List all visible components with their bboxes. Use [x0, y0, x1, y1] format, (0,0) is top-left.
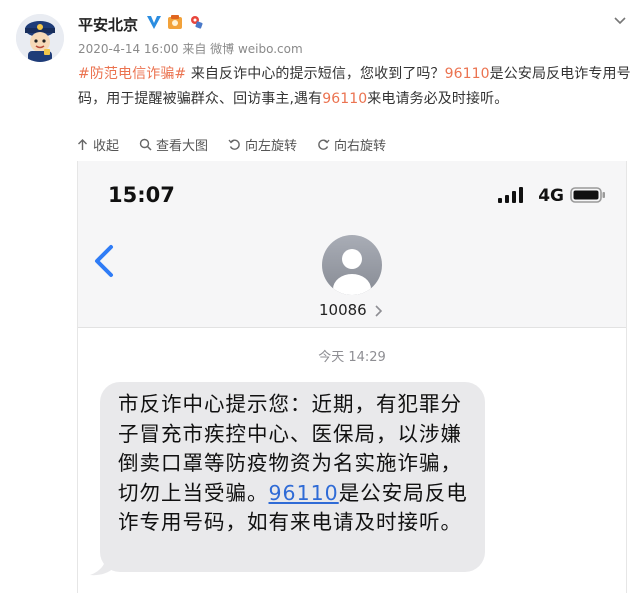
rotate-left-label: 向左旋转 — [245, 139, 298, 154]
phone-number-2: 96110 — [322, 91, 368, 107]
sms-screenshot[interactable]: 15:07 4G 10086 今天 14:29 市反诈中心提示您：近期，有犯罪分… — [77, 161, 627, 593]
collapse-button[interactable]: 收起 — [76, 135, 119, 154]
chevron-right-icon — [375, 305, 383, 317]
status-time: 15:07 — [108, 183, 175, 207]
post-text-3: 来电请务必及时接听。 — [367, 91, 509, 107]
badge-icon — [191, 16, 203, 29]
message-phone-link[interactable]: 96110 — [269, 481, 339, 505]
back-chevron-icon[interactable] — [92, 243, 116, 279]
phone-number-1: 96110 — [444, 66, 490, 82]
rotate-left-icon — [228, 139, 240, 150]
author-badges — [145, 13, 205, 31]
message-thread: 今天 14:29 市反诈中心提示您：近期，有犯罪分子冒充市疾控中心、医保局，以涉… — [78, 328, 626, 593]
rotate-right-icon — [318, 139, 330, 150]
police-mascot-avatar[interactable] — [16, 14, 64, 62]
chat-header: 10086 — [78, 231, 626, 328]
contact-avatar-icon[interactable] — [322, 235, 382, 295]
badge-icon — [168, 15, 182, 29]
hashtag-link[interactable]: #防范电信诈骗# — [78, 66, 186, 82]
search-icon — [139, 138, 152, 151]
network-type: 4G — [538, 186, 564, 206]
rotate-left-button[interactable]: 向左旋转 — [228, 135, 297, 154]
chevron-down-icon[interactable] — [613, 14, 627, 28]
collapse-label: 收起 — [93, 139, 120, 154]
post-meta: 2020-4-14 16:00 来自 微博 weibo.com — [78, 42, 303, 56]
author-name[interactable]: 平安北京 — [78, 14, 138, 35]
message-text: 市反诈中心提示您：近期，有犯罪分子冒充市疾控中心、医保局，以涉嫌倒卖口罩等防疫物… — [118, 390, 478, 538]
image-toolbar: 收起 查看大图 向左旋转 向右旋转 — [76, 135, 386, 154]
status-bar: 15:07 4G — [78, 161, 626, 231]
signal-icon — [498, 187, 523, 203]
verified-v-icon — [147, 16, 161, 29]
contact-name[interactable]: 10086 — [319, 301, 367, 319]
post-text-1: 来自反诈中心的提示短信，您收到了吗？ — [186, 66, 445, 82]
collapse-arrow-icon — [78, 139, 87, 150]
battery-icon — [570, 187, 605, 203]
message-date: 今天 14:29 — [318, 350, 386, 365]
post-content: #防范电信诈骗# 来自反诈中心的提示短信，您收到了吗？96110是公安局反电诈专… — [78, 62, 633, 112]
weibo-post: 平安北京 2020-4-14 16:00 来自 微博 weibo.com #防范… — [0, 0, 641, 160]
rotate-right-label: 向右旋转 — [334, 139, 387, 154]
view-large-label: 查看大图 — [156, 139, 209, 154]
rotate-right-button[interactable]: 向右旋转 — [317, 135, 386, 154]
view-large-button[interactable]: 查看大图 — [139, 135, 208, 154]
